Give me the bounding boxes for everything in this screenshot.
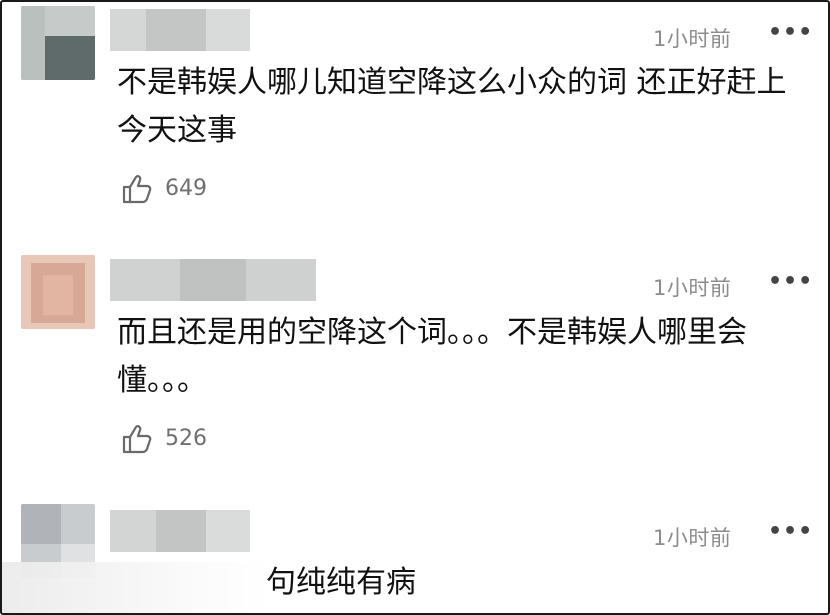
thumbs-up-icon <box>122 175 152 204</box>
avatar[interactable] <box>21 6 95 80</box>
like-count: 526 <box>165 426 207 451</box>
more-dots-icon[interactable]: ••• <box>768 20 813 45</box>
like-count: 649 <box>165 176 207 201</box>
more-dots-icon[interactable]: ••• <box>768 269 813 294</box>
avatar[interactable] <box>21 255 95 329</box>
comment-time: 1小时前 <box>653 276 732 300</box>
thumbs-up-icon <box>122 425 152 454</box>
comment-text: 不是韩娱人哪儿知道空降这么小众的词 还正好赶上今天这事 <box>117 65 787 148</box>
blurred-region <box>2 562 272 613</box>
comment-list: 1小时前 ••• 不是韩娱人哪儿知道空降这么小众的词 还正好赶上今天这事 649… <box>0 0 830 615</box>
comment-text: 而且还是用的空降这个词。。。不是韩娱人哪里会懂。。。 <box>117 315 747 398</box>
comment-text: 句纯纯有病 <box>266 565 416 600</box>
username-blurred[interactable] <box>110 9 250 51</box>
username-blurred[interactable] <box>110 259 316 301</box>
comment-time: 1小时前 <box>653 526 732 550</box>
username-blurred[interactable] <box>110 510 250 552</box>
comment-time: 1小时前 <box>653 27 732 51</box>
more-dots-icon[interactable]: ••• <box>768 519 813 544</box>
